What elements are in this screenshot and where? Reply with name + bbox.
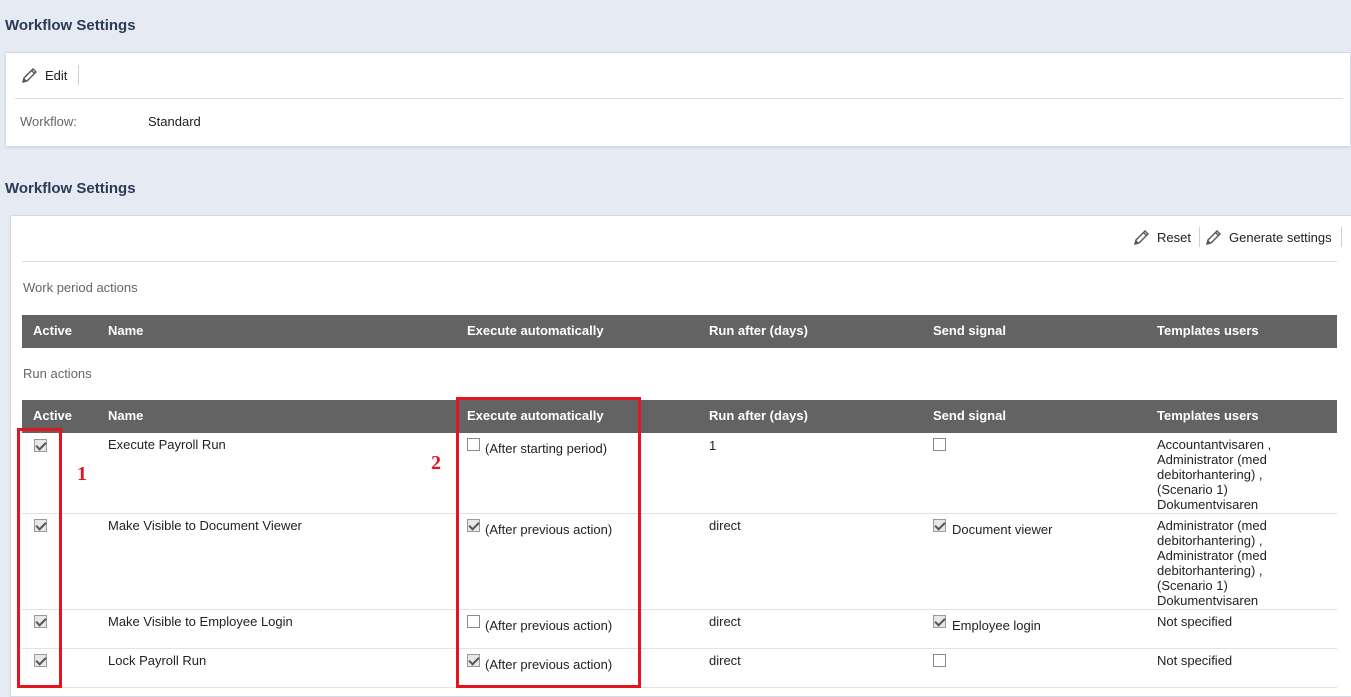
template-line: Not specified <box>1157 653 1233 668</box>
col-send-signal: Send signal <box>933 408 1006 423</box>
templates-users: Accountantvisaren , Administrator (med d… <box>1157 437 1307 512</box>
templates-users: Administrator (med debitorhantering) , A… <box>1157 518 1307 608</box>
pencil-icon <box>1134 230 1149 245</box>
template-line: Not specified <box>1157 614 1233 629</box>
action-name: Make Visible to Employee Login <box>108 614 293 629</box>
toolbar-divider <box>78 65 79 85</box>
action-name: Lock Payroll Run <box>108 653 207 668</box>
templates-users: Not specified <box>1157 614 1307 629</box>
template-line: debitorhantering) , <box>1157 533 1263 548</box>
table-row: Lock Payroll Run (After previous action)… <box>22 649 1337 688</box>
pencil-icon <box>1206 230 1221 245</box>
workflow-label: Workflow: <box>20 114 77 129</box>
template-line: Accountantvisaren , <box>1157 437 1272 452</box>
annotation-box-execute <box>456 397 641 688</box>
generate-settings-label: Generate settings <box>1229 229 1332 245</box>
workflow-value: Standard <box>148 114 201 129</box>
pencil-icon <box>22 68 37 83</box>
toolbar-divider <box>1199 227 1200 247</box>
col-send-signal: Send signal <box>933 323 1006 338</box>
signal-checkbox[interactable] <box>933 654 946 667</box>
toolbar-divider <box>1341 227 1342 247</box>
col-run-after: Run after (days) <box>709 323 808 338</box>
signal-label: Employee login <box>952 618 1041 633</box>
template-line: Administrator (med <box>1157 518 1267 533</box>
signal-checkbox[interactable] <box>933 519 946 532</box>
templates-users: Not specified <box>1157 653 1307 668</box>
reset-button[interactable]: Reset <box>1133 228 1191 246</box>
annotation-marker-2: 2 <box>431 452 441 474</box>
col-name: Name <box>108 323 144 338</box>
signal-checkbox[interactable] <box>933 615 946 628</box>
col-templates: Templates users <box>1157 323 1259 338</box>
work-period-heading: Work period actions <box>23 280 138 295</box>
template-line: (Scenario 1) <box>1157 482 1228 497</box>
table-row: Make Visible to Document Viewer (After p… <box>22 514 1337 610</box>
signal-checkbox[interactable] <box>933 438 946 451</box>
action-name: Make Visible to Document Viewer <box>108 518 302 533</box>
action-name: Execute Payroll Run <box>108 437 226 452</box>
template-line: Administrator (med <box>1157 548 1267 563</box>
annotation-box-active <box>17 428 62 688</box>
annotation-marker-1: 1 <box>77 463 87 485</box>
template-line: debitorhantering) , <box>1157 467 1263 482</box>
run-after-value: 1 <box>709 438 717 453</box>
generate-settings-button[interactable]: Generate settings <box>1205 228 1332 246</box>
template-line: Dokumentvisaren <box>1157 497 1259 512</box>
panel-divider <box>15 98 1343 99</box>
edit-button[interactable]: Edit <box>21 66 67 84</box>
template-line: Dokumentvisaren <box>1157 593 1259 608</box>
work-period-table-header: Active Name Execute automatically Run af… <box>22 315 1337 348</box>
run-actions-table-header: Active Name Execute automatically Run af… <box>22 400 1337 433</box>
template-line: (Scenario 1) <box>1157 578 1228 593</box>
col-active: Active <box>33 323 73 338</box>
template-line: debitorhantering) , <box>1157 563 1263 578</box>
section-title-settings: Workflow Settings <box>5 180 136 197</box>
col-name: Name <box>108 408 144 423</box>
col-execute: Execute automatically <box>467 323 604 338</box>
col-active: Active <box>33 408 73 423</box>
section-title-top: Workflow Settings <box>5 17 136 34</box>
col-run-after: Run after (days) <box>709 408 808 423</box>
col-templates: Templates users <box>1157 408 1259 423</box>
reset-label: Reset <box>1157 229 1191 245</box>
run-after-value: direct <box>709 614 741 629</box>
table-row: Make Visible to Employee Login (After pr… <box>22 610 1337 649</box>
signal-label: Document viewer <box>952 522 1053 537</box>
table-row: Execute Payroll Run (After starting peri… <box>22 433 1337 514</box>
run-after-value: direct <box>709 653 741 668</box>
toolbar-underline <box>22 261 1337 262</box>
template-line: Administrator (med <box>1157 452 1267 467</box>
edit-label: Edit <box>45 67 68 83</box>
run-actions-heading: Run actions <box>23 366 92 381</box>
run-after-value: direct <box>709 518 741 533</box>
workflow-panel: Edit Workflow: Standard <box>5 52 1351 147</box>
